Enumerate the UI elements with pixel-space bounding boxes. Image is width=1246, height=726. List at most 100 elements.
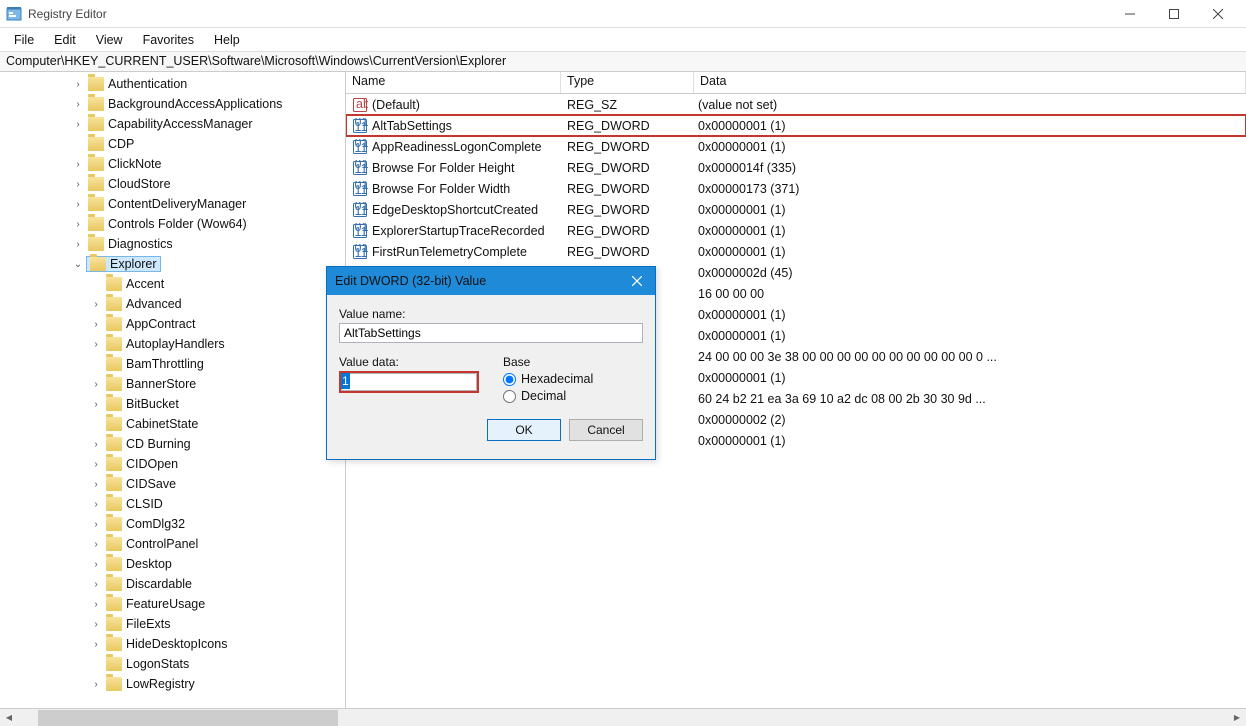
address-bar[interactable]: Computer\HKEY_CURRENT_USER\Software\Micr… <box>0 52 1246 72</box>
tree-item[interactable]: ›CIDOpen <box>0 454 345 474</box>
expand-icon[interactable]: › <box>72 98 84 110</box>
tree-item[interactable]: ›BackgroundAccessApplications <box>0 94 345 114</box>
radio-hexadecimal[interactable]: Hexadecimal <box>503 372 593 386</box>
tree-item[interactable]: ›ComDlg32 <box>0 514 345 534</box>
radio-decimal[interactable]: Decimal <box>503 389 593 403</box>
expand-icon[interactable]: › <box>90 438 102 450</box>
menu-favorites[interactable]: Favorites <box>133 31 204 49</box>
value-data-input[interactable]: 1 <box>341 373 350 389</box>
scroll-thumb[interactable] <box>38 710 338 726</box>
expand-icon[interactable]: › <box>72 158 84 170</box>
tree-item[interactable]: ›Controls Folder (Wow64) <box>0 214 345 234</box>
expand-icon[interactable]: › <box>90 398 102 410</box>
table-row[interactable]: 011110AppReadinessLogonCompleteREG_DWORD… <box>346 136 1246 157</box>
svg-text:110: 110 <box>355 162 369 176</box>
minimize-button[interactable] <box>1108 0 1152 28</box>
expand-icon[interactable]: › <box>90 498 102 510</box>
expand-icon[interactable]: › <box>90 678 102 690</box>
tree-item[interactable]: ›LowRegistry <box>0 674 345 694</box>
expand-icon[interactable]: › <box>90 618 102 630</box>
table-row[interactable]: 011110FirstRunTelemetryCompleteREG_DWORD… <box>346 241 1246 262</box>
tree-item[interactable]: BamThrottling <box>0 354 345 374</box>
expand-icon[interactable]: › <box>90 638 102 650</box>
tree-item[interactable]: LogonStats <box>0 654 345 674</box>
tree-item[interactable]: ›AppContract <box>0 314 345 334</box>
expand-icon[interactable]: › <box>90 518 102 530</box>
folder-icon <box>106 357 122 371</box>
menu-edit[interactable]: Edit <box>44 31 86 49</box>
scroll-right-button[interactable]: ▶ <box>1228 709 1246 726</box>
expand-icon[interactable]: › <box>72 118 84 130</box>
table-row[interactable]: ab(Default)REG_SZ(value not set) <box>346 94 1246 115</box>
expand-icon[interactable]: › <box>90 338 102 350</box>
expand-icon[interactable]: › <box>90 558 102 570</box>
expand-icon[interactable]: › <box>90 538 102 550</box>
value-type: REG_SZ <box>563 98 694 112</box>
tree-item[interactable]: ›CLSID <box>0 494 345 514</box>
tree-item[interactable]: ›BannerStore <box>0 374 345 394</box>
tree-item[interactable]: ›ContentDeliveryManager <box>0 194 345 214</box>
expand-icon[interactable]: › <box>90 318 102 330</box>
expand-icon[interactable] <box>90 278 102 290</box>
menu-view[interactable]: View <box>86 31 133 49</box>
expand-icon[interactable]: › <box>90 598 102 610</box>
tree-item[interactable]: ›Desktop <box>0 554 345 574</box>
expand-icon[interactable] <box>90 418 102 430</box>
tree-item[interactable]: Accent <box>0 274 345 294</box>
expand-icon[interactable]: ⌄ <box>72 258 84 270</box>
maximize-button[interactable] <box>1152 0 1196 28</box>
tree-item[interactable]: ›Diagnostics <box>0 234 345 254</box>
expand-icon[interactable]: › <box>90 458 102 470</box>
expand-icon[interactable]: › <box>72 238 84 250</box>
tree-item[interactable]: ›BitBucket <box>0 394 345 414</box>
col-data[interactable]: Data <box>694 72 1246 93</box>
hscrollbar[interactable]: ◀ ▶ <box>0 708 1246 726</box>
dialog-titlebar[interactable]: Edit DWORD (32-bit) Value <box>327 267 655 295</box>
table-row[interactable]: 011110EdgeDesktopShortcutCreatedREG_DWOR… <box>346 199 1246 220</box>
expand-icon[interactable]: › <box>72 198 84 210</box>
tree-item[interactable]: CDP <box>0 134 345 154</box>
tree-item[interactable]: ›FeatureUsage <box>0 594 345 614</box>
tree-item[interactable]: CabinetState <box>0 414 345 434</box>
tree-pane[interactable]: ›Authentication›BackgroundAccessApplicat… <box>0 72 346 708</box>
edit-dword-dialog: Edit DWORD (32-bit) Value Value name: Va… <box>326 266 656 460</box>
close-button[interactable] <box>1196 0 1240 28</box>
expand-icon[interactable] <box>90 658 102 670</box>
expand-icon[interactable] <box>90 358 102 370</box>
menu-help[interactable]: Help <box>204 31 250 49</box>
table-row[interactable]: 011110ExplorerStartupTraceRecordedREG_DW… <box>346 220 1246 241</box>
table-row[interactable]: 011110AltTabSettingsREG_DWORD0x00000001 … <box>346 115 1246 136</box>
expand-icon[interactable]: › <box>90 578 102 590</box>
ok-button[interactable]: OK <box>487 419 561 441</box>
table-row[interactable]: 011110Browse For Folder HeightREG_DWORD0… <box>346 157 1246 178</box>
col-type[interactable]: Type <box>561 72 694 93</box>
tree-item[interactable]: ›Discardable <box>0 574 345 594</box>
menu-file[interactable]: File <box>4 31 44 49</box>
col-name[interactable]: Name <box>346 72 561 93</box>
tree-item[interactable]: ›FileExts <box>0 614 345 634</box>
tree-item[interactable]: ›ControlPanel <box>0 534 345 554</box>
tree-item[interactable]: ›HideDesktopIcons <box>0 634 345 654</box>
expand-icon[interactable]: › <box>72 78 84 90</box>
expand-icon[interactable]: › <box>90 478 102 490</box>
tree-item[interactable]: ›CapabilityAccessManager <box>0 114 345 134</box>
tree-item[interactable]: ›Authentication <box>0 74 345 94</box>
tree-item[interactable]: ›CD Burning <box>0 434 345 454</box>
tree-item[interactable]: ›Advanced <box>0 294 345 314</box>
tree-item[interactable]: ›AutoplayHandlers <box>0 334 345 354</box>
expand-icon[interactable]: › <box>90 378 102 390</box>
tree-item[interactable]: ⌄Explorer <box>0 254 345 274</box>
expand-icon[interactable]: › <box>90 298 102 310</box>
cancel-button[interactable]: Cancel <box>569 419 643 441</box>
dialog-close-button[interactable] <box>619 267 655 295</box>
radio-decimal-input[interactable] <box>503 390 516 403</box>
scroll-left-button[interactable]: ◀ <box>0 709 18 726</box>
tree-item[interactable]: ›CIDSave <box>0 474 345 494</box>
tree-item[interactable]: ›CloudStore <box>0 174 345 194</box>
radio-hexadecimal-input[interactable] <box>503 373 516 386</box>
tree-item[interactable]: ›ClickNote <box>0 154 345 174</box>
expand-icon[interactable]: › <box>72 178 84 190</box>
expand-icon[interactable]: › <box>72 218 84 230</box>
expand-icon[interactable] <box>72 138 84 150</box>
table-row[interactable]: 011110Browse For Folder WidthREG_DWORD0x… <box>346 178 1246 199</box>
